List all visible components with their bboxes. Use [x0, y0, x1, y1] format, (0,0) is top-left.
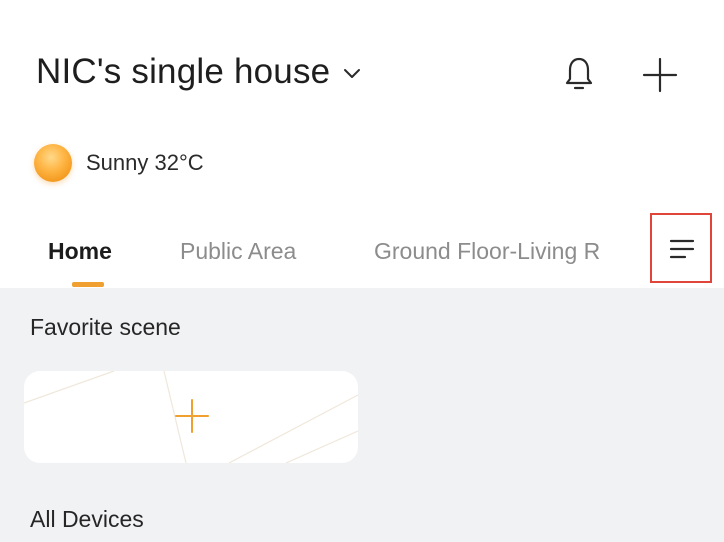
room-tabs: Home Public Area Ground Floor-Living R [0, 230, 724, 288]
tab-menu-button[interactable] [650, 213, 712, 283]
sun-icon [34, 144, 72, 182]
tab-public-area[interactable]: Public Area [180, 238, 296, 265]
active-tab-indicator [72, 282, 104, 287]
list-menu-icon [669, 239, 695, 259]
weather-text: Sunny 32°C [86, 150, 204, 175]
plus-icon [175, 399, 209, 433]
plus-icon[interactable] [640, 55, 680, 95]
tab-fade [600, 230, 646, 280]
tab-ground-floor-living-room[interactable]: Ground Floor-Living R [374, 238, 638, 265]
favorite-scene-title: Favorite scene [30, 314, 181, 340]
house-selector[interactable]: NIC's single house [36, 52, 362, 92]
header-area: NIC's single house Sunny 32°C Home Publi… [0, 0, 724, 288]
weather-widget: Sunny 32°C [34, 144, 204, 182]
house-title: NIC's single house [36, 52, 331, 91]
favorite-scene-add-card[interactable] [24, 371, 358, 463]
content-area: Favorite scene All Devices [0, 288, 724, 542]
chevron-down-icon [344, 69, 361, 78]
bell-icon[interactable] [565, 56, 593, 92]
all-devices-title: All Devices [30, 506, 144, 532]
tab-home[interactable]: Home [48, 238, 112, 265]
